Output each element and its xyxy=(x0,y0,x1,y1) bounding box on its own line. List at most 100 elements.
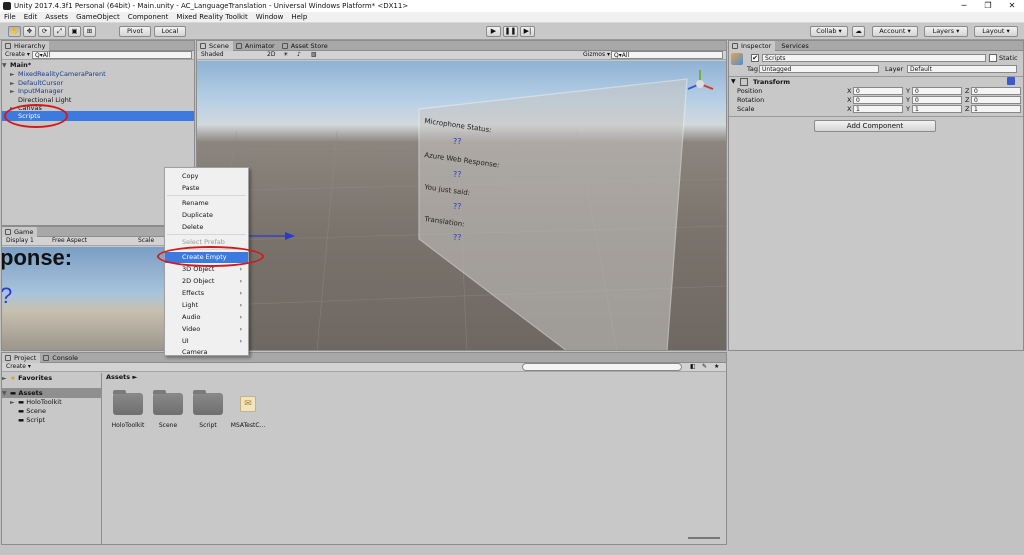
scene-root-label: Main* xyxy=(10,61,32,69)
active-checkbox[interactable]: ✔ xyxy=(751,54,759,62)
tab-scene[interactable]: Scene xyxy=(197,41,233,51)
help-icon[interactable] xyxy=(1007,77,1015,85)
tree-folder-item[interactable]: ▬ Script xyxy=(2,415,102,425)
context-menu-item[interactable]: Copy xyxy=(165,171,248,182)
tag-dropdown[interactable]: Untagged xyxy=(759,65,879,73)
filter-label-icon[interactable]: ✎ xyxy=(702,363,707,371)
context-menu-item[interactable]: Camera xyxy=(165,347,248,358)
step-icon[interactable]: ▶| xyxy=(520,26,535,37)
scale-tool-icon[interactable]: ⤢ xyxy=(53,26,66,37)
scene-view[interactable]: Microphone Status: ?? Azure Web Response… xyxy=(197,61,726,351)
tab-animator[interactable]: Animator xyxy=(233,41,279,51)
menu-window[interactable]: Window xyxy=(252,12,288,23)
icon-size-slider[interactable] xyxy=(688,537,720,539)
context-menu-item[interactable]: Audio › xyxy=(165,312,248,323)
tab-inspector[interactable]: Inspector xyxy=(729,41,776,51)
gizmos-dropdown[interactable]: Gizmos ▾ xyxy=(583,51,610,59)
tab-project[interactable]: Project xyxy=(2,353,41,363)
tab-services[interactable]: Services xyxy=(775,41,812,51)
menu-component[interactable]: Component xyxy=(124,12,173,23)
object-name-input[interactable]: Scripts xyxy=(762,54,986,62)
move-tool-icon[interactable]: ✥ xyxy=(23,26,36,37)
context-menu-item[interactable]: Rename xyxy=(165,198,248,209)
static-checkbox[interactable] xyxy=(989,54,997,62)
tab-hierarchy[interactable]: Hierarchy xyxy=(2,41,50,51)
pivot-toggle-button[interactable]: Pivot xyxy=(119,26,151,37)
project-search-input[interactable] xyxy=(522,363,682,371)
context-menu-item[interactable]: Light › xyxy=(165,300,248,311)
rotation-x-input[interactable]: 0 xyxy=(853,96,903,104)
position-y-input[interactable]: 0 xyxy=(912,87,962,95)
tab-game[interactable]: Game xyxy=(2,227,38,237)
scene-toolbar: Shaded 2D ☀ ♪ ▧ Gizmos ▾ Q▾All xyxy=(197,51,726,60)
context-menu-item[interactable]: UI › xyxy=(165,336,248,347)
layout-dropdown[interactable]: Layout ▾ xyxy=(974,26,1018,37)
context-menu-item-label: UI xyxy=(182,337,189,345)
context-menu-item[interactable]: Duplicate xyxy=(165,210,248,221)
add-component-button[interactable]: Add Component xyxy=(814,120,936,132)
local-toggle-button[interactable]: Local xyxy=(154,26,186,37)
minimize-icon[interactable]: ─ xyxy=(952,0,976,12)
animator-icon xyxy=(235,43,242,49)
menu-assets[interactable]: Assets xyxy=(41,12,72,23)
context-menu-item[interactable]: Paste xyxy=(165,183,248,194)
scale-label[interactable]: Scale xyxy=(138,237,154,245)
position-z-input[interactable]: 0 xyxy=(971,87,1021,95)
collab-button[interactable]: Collab ▾ xyxy=(810,26,848,37)
scale-x-input[interactable]: 1 xyxy=(853,105,903,113)
lighting-toggle-icon[interactable]: ☀ xyxy=(283,51,288,59)
canvas-plane[interactable] xyxy=(418,78,688,351)
folder-icon[interactable] xyxy=(193,390,223,415)
rotation-y-input[interactable]: 0 xyxy=(912,96,962,104)
scale-y-input[interactable]: 1 xyxy=(912,105,962,113)
script-file-icon[interactable]: ✉ xyxy=(240,396,256,412)
folder-icon: ▬ xyxy=(10,389,17,397)
axis-x-label: X xyxy=(847,105,852,113)
rotation-z-input[interactable]: 0 xyxy=(971,96,1021,104)
filter-type-icon[interactable]: ◧ xyxy=(690,363,696,371)
account-dropdown[interactable]: Account ▾ xyxy=(872,26,918,37)
tab-asset-store[interactable]: Asset Store xyxy=(279,41,332,51)
play-icon[interactable]: ▶ xyxy=(486,26,501,37)
layer-dropdown[interactable]: Default xyxy=(907,65,1017,73)
maximize-icon[interactable]: ❐ xyxy=(976,0,1000,12)
hand-tool-icon[interactable]: ✋ xyxy=(8,26,21,37)
favorites-item[interactable]: ► ★ Favorites xyxy=(2,373,102,383)
transform-foldout-icon[interactable]: ▼ xyxy=(731,78,736,85)
scale-z-input[interactable]: 1 xyxy=(971,105,1021,113)
project-create-button[interactable]: Create ▾ xyxy=(6,363,31,371)
shading-dropdown[interactable]: Shaded xyxy=(201,51,224,59)
hierarchy-search-input[interactable]: Q▾All xyxy=(32,51,192,59)
rect-tool-icon[interactable]: ▣ xyxy=(68,26,81,37)
menu-help[interactable]: Help xyxy=(287,12,311,23)
menu-file[interactable]: File xyxy=(0,12,20,23)
effects-toggle-icon[interactable]: ▧ xyxy=(311,51,317,59)
rotate-tool-icon[interactable]: ⟳ xyxy=(38,26,51,37)
assets-label: Assets xyxy=(18,389,43,397)
cloud-icon[interactable]: ☁ xyxy=(852,26,865,37)
audio-toggle-icon[interactable]: ♪ xyxy=(297,51,301,59)
pause-icon[interactable]: ❚❚ xyxy=(503,26,518,37)
aspect-dropdown[interactable]: Free Aspect xyxy=(52,237,87,245)
favorite-star-icon[interactable]: ★ xyxy=(714,363,719,371)
scene-gizmo-icon[interactable] xyxy=(683,67,717,101)
context-menu-item[interactable]: Delete xyxy=(165,222,248,233)
scene-search-input[interactable]: Q▾All xyxy=(611,51,723,59)
menu-gameobject[interactable]: GameObject xyxy=(72,12,124,23)
display-dropdown[interactable]: Display 1 xyxy=(6,237,34,245)
folder-icon[interactable] xyxy=(113,390,143,415)
context-menu-item[interactable]: Effects › xyxy=(165,288,248,299)
menu-edit[interactable]: Edit xyxy=(20,12,42,23)
canvas-text-q4: ?? xyxy=(453,233,462,242)
position-x-input[interactable]: 0 xyxy=(853,87,903,95)
hierarchy-create-button[interactable]: Create ▾ xyxy=(5,51,30,59)
layers-dropdown[interactable]: Layers ▾ xyxy=(924,26,968,37)
menu-mixed-reality-toolkit[interactable]: Mixed Reality Toolkit xyxy=(172,12,251,23)
transform-tool-icon[interactable]: ⊞ xyxy=(83,26,96,37)
folder-icon[interactable] xyxy=(153,390,183,415)
mode-2d-toggle[interactable]: 2D xyxy=(267,51,275,59)
context-menu-item[interactable]: 2D Object › xyxy=(165,276,248,287)
close-icon[interactable]: ✕ xyxy=(1000,0,1024,12)
context-menu-item[interactable]: Video › xyxy=(165,324,248,335)
tab-console[interactable]: Console xyxy=(40,353,82,363)
